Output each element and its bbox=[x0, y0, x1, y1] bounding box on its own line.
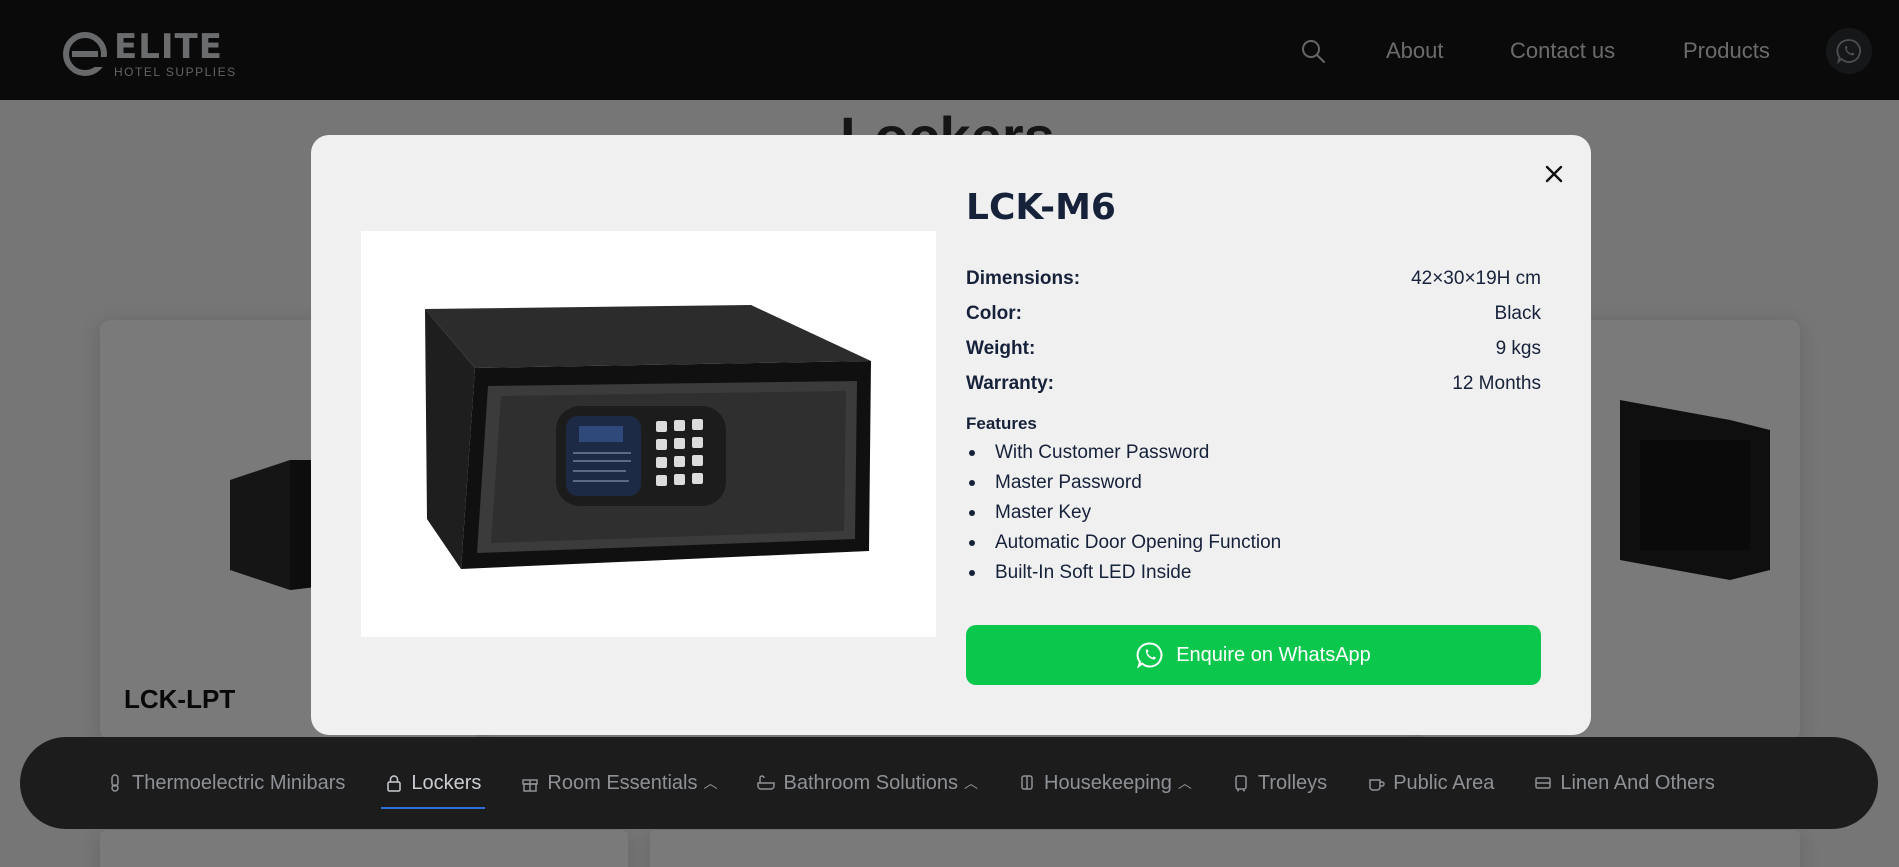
spec-value: 42×30×19H cm bbox=[1411, 267, 1541, 289]
chevron-up-icon: ︿ bbox=[703, 775, 718, 791]
bed-icon bbox=[1535, 777, 1552, 789]
spec-value: Black bbox=[1494, 302, 1541, 324]
category-trolleys[interactable]: Trolleys bbox=[1232, 761, 1327, 805]
product-modal: LCK-M6 Dimensions: 42×30×19H cm Color: B… bbox=[311, 135, 1591, 735]
spec-label: Color: bbox=[966, 302, 1022, 324]
feature-item: Built-In Soft LED Inside bbox=[966, 558, 1281, 588]
thermo-icon bbox=[111, 774, 119, 792]
spec-label: Dimensions: bbox=[966, 267, 1081, 289]
category-label: Thermoelectric Minibars bbox=[132, 771, 346, 794]
spec-value: 12 Months bbox=[1452, 372, 1541, 394]
close-icon bbox=[1545, 165, 1563, 183]
whatsapp-icon bbox=[1136, 642, 1163, 669]
trolley-icon bbox=[1235, 775, 1247, 792]
spec-value: 9 kgs bbox=[1495, 337, 1541, 359]
feature-item: Master Password bbox=[966, 468, 1281, 498]
cup-icon bbox=[1369, 779, 1385, 791]
category-room-essentials[interactable]: Room Essentials ︿ bbox=[521, 761, 717, 805]
category-linen-and-others[interactable]: Linen And Others bbox=[1534, 761, 1715, 805]
cart-icon bbox=[1021, 775, 1033, 790]
spec-row-dimensions: Dimensions: 42×30×19H cm bbox=[966, 261, 1541, 296]
category-label: Linen And Others bbox=[1560, 771, 1715, 794]
category-label: Bathroom Solutions bbox=[783, 771, 959, 794]
product-specs: Dimensions: 42×30×19H cm Color: Black We… bbox=[966, 261, 1541, 401]
features-list: With Customer Password Master Password M… bbox=[966, 438, 1281, 588]
category-label: Trolleys bbox=[1257, 771, 1328, 794]
feature-item: Automatic Door Opening Function bbox=[966, 528, 1281, 558]
enquire-whatsapp-button[interactable]: Enquire on WhatsApp bbox=[966, 625, 1541, 685]
category-public-area[interactable]: Public Area bbox=[1367, 761, 1494, 805]
bathtub-icon bbox=[757, 775, 776, 790]
category-housekeeping[interactable]: Housekeeping ︿ bbox=[1018, 761, 1192, 805]
modal-close-button[interactable] bbox=[1539, 159, 1569, 189]
category-label: Public Area bbox=[1393, 771, 1495, 794]
spec-row-weight: Weight: 9 kgs bbox=[966, 331, 1541, 366]
enquire-button-label: Enquire on WhatsApp bbox=[1176, 643, 1371, 666]
category-thermoelectric-minibars[interactable]: Thermoelectric Minibars bbox=[106, 761, 345, 805]
category-lockers[interactable]: Lockers bbox=[381, 761, 486, 809]
category-label: Lockers bbox=[411, 771, 482, 794]
feature-item: With Customer Password bbox=[966, 438, 1281, 468]
category-label: Room Essentials bbox=[547, 771, 698, 794]
gift-icon bbox=[522, 779, 539, 792]
modal-product-title: LCK-M6 bbox=[966, 187, 1116, 228]
spec-label: Warranty: bbox=[966, 372, 1054, 394]
features-heading: Features bbox=[966, 414, 1037, 433]
category-bathroom-solutions[interactable]: Bathroom Solutions ︿ bbox=[757, 761, 978, 805]
spec-row-color: Color: Black bbox=[966, 296, 1541, 331]
category-label: Housekeeping bbox=[1044, 771, 1172, 794]
chevron-up-icon: ︿ bbox=[1177, 775, 1192, 791]
feature-item: Master Key bbox=[966, 498, 1281, 528]
chevron-up-icon: ︿ bbox=[964, 775, 979, 791]
safe-image bbox=[425, 305, 871, 569]
category-bar: Thermoelectric Minibars Lockers Room Ess… bbox=[20, 737, 1878, 829]
spec-label: Weight: bbox=[966, 337, 1036, 359]
spec-row-warranty: Warranty: 12 Months bbox=[966, 366, 1541, 401]
product-image bbox=[361, 231, 936, 637]
lock-icon bbox=[387, 775, 402, 792]
